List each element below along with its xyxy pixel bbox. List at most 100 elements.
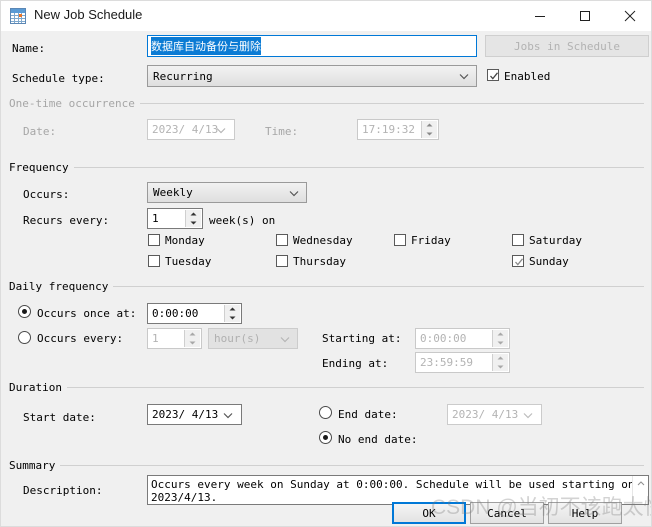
daily-occurs-every-unit-select[interactable]: hour(s) <box>208 328 298 349</box>
day-checkbox-saturday[interactable] <box>512 234 524 246</box>
enabled-checkbox[interactable] <box>487 69 499 81</box>
schedule-type-select[interactable]: Recurring <box>147 65 477 87</box>
daily-frequency-group-divider <box>102 286 644 287</box>
summary-group-title: Summary <box>9 459 61 472</box>
name-label: Name: <box>12 42 46 55</box>
spinner-arrows[interactable] <box>185 210 201 227</box>
day-label-saturday: Saturday <box>529 234 582 247</box>
spinner-up-icon[interactable] <box>225 305 240 314</box>
recurs-every-units: week(s) on <box>209 214 276 227</box>
chevron-down-icon <box>459 70 469 83</box>
spinner-arrows[interactable] <box>224 305 240 322</box>
end-date-value: 2023/ 4/13 <box>452 408 519 421</box>
no-end-date-label: No end date: <box>338 433 418 446</box>
day-label-monday: Monday <box>165 234 205 247</box>
frequency-group-divider <box>69 167 644 168</box>
close-icon[interactable] <box>607 1 651 30</box>
chevron-down-icon <box>223 408 233 421</box>
new-job-schedule-dialog: New Job Schedule Name: 数据库自动备份与删除 Jobs i… <box>0 0 652 527</box>
window-title: New Job Schedule <box>34 7 143 22</box>
one-time-date-label: Date: <box>23 125 57 138</box>
cancel-button-label: Cancel <box>487 506 527 520</box>
spinner-up-icon[interactable] <box>493 330 508 339</box>
start-date-value: 2023/ 4/13 <box>152 408 219 421</box>
ok-button-label: OK <box>422 506 436 520</box>
start-date-input[interactable]: 2023/ 4/13 <box>147 404 242 425</box>
day-label-friday: Friday <box>411 234 451 247</box>
spinner-down-icon[interactable] <box>493 363 508 372</box>
spinner-up-icon[interactable] <box>422 121 437 130</box>
radio-dot <box>323 435 328 440</box>
spinner-up-icon[interactable] <box>493 354 508 363</box>
one-time-group-divider <box>111 103 644 104</box>
end-date-radio[interactable] <box>319 406 332 419</box>
cancel-button[interactable]: Cancel <box>470 502 544 524</box>
day-label-wednesday: Wednesday <box>293 234 353 247</box>
spinner-arrows[interactable] <box>184 330 200 347</box>
daily-occurs-once-time-input[interactable]: 0:00:00 <box>147 303 242 324</box>
day-checkbox-sunday[interactable] <box>512 255 524 267</box>
day-checkbox-wednesday[interactable] <box>276 234 288 246</box>
daily-occurs-every-radio[interactable] <box>18 331 31 344</box>
description-scrollbar[interactable] <box>632 476 648 504</box>
recurs-every-label: Recurs every: <box>23 214 110 227</box>
end-date-input[interactable]: 2023/ 4/13 <box>447 404 542 425</box>
spinner-down-icon[interactable] <box>493 339 508 348</box>
day-checkbox-thursday[interactable] <box>276 255 288 267</box>
daily-occurs-every-value: 1 <box>152 332 159 345</box>
daily-occurs-once-radio[interactable] <box>18 305 31 318</box>
spinner-arrows[interactable] <box>492 330 508 347</box>
spinner-up-icon[interactable] <box>185 330 200 339</box>
day-label-sunday: Sunday <box>529 255 569 268</box>
spinner-down-icon[interactable] <box>422 130 437 139</box>
spinner-down-icon[interactable] <box>186 219 201 228</box>
daily-occurs-once-time-value: 0:00:00 <box>152 307 199 320</box>
description-line-1: Occurs every week on Sunday at 0:00:00. … <box>151 478 635 491</box>
one-time-date-input[interactable]: 2023/ 4/13 <box>147 119 235 140</box>
daily-starting-at-input[interactable]: 0:00:00 <box>415 328 510 349</box>
start-date-label: Start date: <box>23 411 96 424</box>
spinner-down-icon[interactable] <box>225 314 240 323</box>
day-checkbox-tuesday[interactable] <box>148 255 160 267</box>
daily-occurs-every-input[interactable]: 1 <box>147 328 202 349</box>
no-end-date-radio[interactable] <box>319 431 332 444</box>
daily-ending-at-input[interactable]: 23:59:59 <box>415 352 510 373</box>
daily-ending-at-label: Ending at: <box>322 357 389 370</box>
recurs-every-input[interactable]: 1 <box>147 208 203 229</box>
schedule-type-label: Schedule type: <box>12 72 105 85</box>
daily-occurs-every-label: Occurs every: <box>37 332 124 345</box>
minimize-icon[interactable] <box>517 1 562 30</box>
name-input[interactable]: 数据库自动备份与删除 <box>147 35 477 57</box>
chevron-down-icon <box>289 186 299 199</box>
chevron-down-icon <box>216 123 226 136</box>
spinner-arrows[interactable] <box>492 354 508 371</box>
daily-ending-at-value: 23:59:59 <box>420 356 473 369</box>
daily-frequency-group-title: Daily frequency <box>9 280 114 293</box>
day-checkbox-monday[interactable] <box>148 234 160 246</box>
spinner-arrows[interactable] <box>421 121 437 138</box>
jobs-in-schedule-button[interactable]: Jobs in Schedule <box>485 35 649 57</box>
spinner-down-icon[interactable] <box>185 339 200 348</box>
summary-group-divider <box>58 465 644 466</box>
spinner-up-icon[interactable] <box>186 210 201 219</box>
radio-dot <box>22 309 27 314</box>
day-checkbox-friday[interactable] <box>394 234 406 246</box>
scroll-up-icon[interactable] <box>633 476 648 491</box>
ok-button[interactable]: OK <box>392 502 466 524</box>
one-time-group-title: One-time occurrence <box>9 97 140 110</box>
help-button-label: Help <box>571 506 599 520</box>
duration-group-title: Duration <box>9 381 67 394</box>
occurs-select[interactable]: Weekly <box>147 182 307 203</box>
one-time-date-value: 2023/ 4/13 <box>152 123 219 136</box>
maximize-icon[interactable] <box>562 1 607 30</box>
description-label: Description: <box>23 484 103 497</box>
schedule-type-value: Recurring <box>153 69 213 83</box>
description-textarea[interactable]: Occurs every week on Sunday at 0:00:00. … <box>147 475 649 505</box>
help-button[interactable]: Help <box>548 502 622 524</box>
jobs-in-schedule-label: Jobs in Schedule <box>514 39 620 53</box>
enabled-label: Enabled <box>504 70 551 83</box>
end-date-label: End date: <box>338 408 398 421</box>
one-time-time-input[interactable]: 17:19:32 <box>357 119 439 140</box>
one-time-time-value: 17:19:32 <box>362 123 415 136</box>
name-input-value: 数据库自动备份与删除 <box>151 37 261 55</box>
